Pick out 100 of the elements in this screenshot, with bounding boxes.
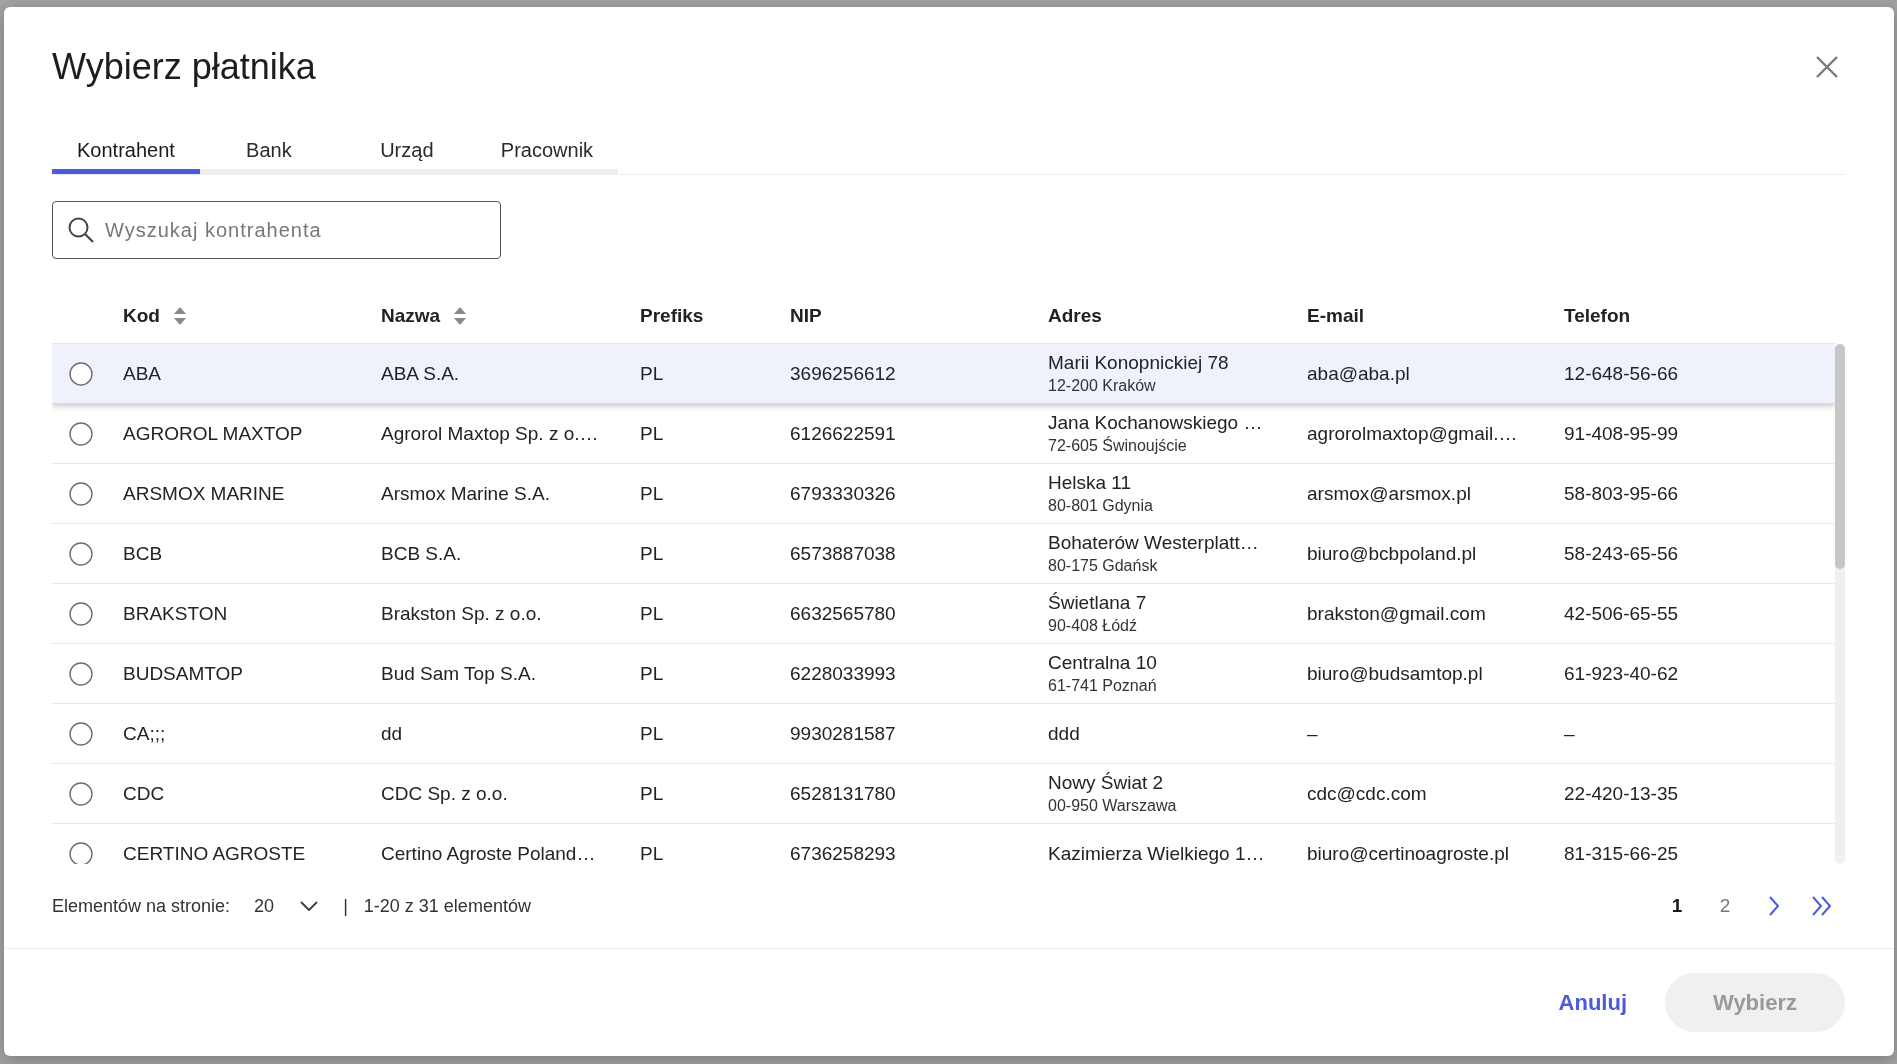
scrollbar[interactable] [1835, 344, 1845, 864]
table-row[interactable]: ABA ABA S.A. PL 3696256612 Marii Konopnickiej 78 12-200 Kraków aba@aba.pl 12-648-56-66 [52, 344, 1835, 404]
radio-button[interactable] [69, 841, 93, 864]
table-cell-text: CDC [123, 782, 166, 805]
table-cell-text: ARSMOX MARINE [123, 482, 286, 505]
table-cell-text: 9930281587 [790, 722, 897, 745]
table-cell-text: CERTINO AGROSTE [123, 842, 307, 864]
address-cell-text: ddd [1048, 721, 1081, 746]
table-cell-text: Agrorol Maxtop Sp. z o.… [381, 422, 600, 445]
table-cell-text: BRAKSTON [123, 602, 229, 625]
table-cell-text: 58-243-65-56 [1564, 542, 1680, 565]
address-cell-text: Bohaterów Westerplatt… 80-175 Gdańsk [1048, 530, 1260, 576]
page-size-dropdown[interactable]: 20 [254, 895, 319, 917]
table-cell-text: brakston@gmail.com [1307, 602, 1487, 625]
column-header: Adres [1048, 304, 1102, 327]
radio-button[interactable] [69, 481, 93, 506]
radio-button[interactable] [69, 721, 93, 746]
separator: | [343, 895, 348, 917]
page-size-label: Elementów na stronie: [52, 895, 231, 917]
table-cell-text: CA;;; [123, 722, 167, 745]
address-cell-text: Kazimierza Wielkiego 1… [1048, 841, 1266, 864]
radio-button[interactable] [69, 601, 93, 626]
table-cell-text: dd [381, 722, 404, 745]
address-cell-text: Jana Kochanowskiego … 72-605 Świnoujście [1048, 410, 1264, 456]
dialog-title: Wybierz płatnika [52, 45, 316, 89]
radio-button[interactable] [69, 361, 93, 386]
table-cell-text: PL [640, 662, 665, 685]
table-cell-text: ABA [123, 362, 163, 385]
table-cell-text: 6793330326 [790, 482, 897, 505]
table-cell-text: – [1564, 722, 1576, 745]
double-chevron-right-icon[interactable] [1811, 896, 1833, 916]
sort-icon[interactable] [454, 306, 467, 325]
search-field[interactable]: Wyszukaj kontrahenta [52, 201, 501, 259]
table-cell-text: biuro@budsamtop.pl [1307, 662, 1484, 685]
radio-button[interactable] [69, 421, 93, 446]
table-cell-text: PL [640, 722, 665, 745]
table-cell-text: – [1307, 722, 1319, 745]
table-cell-text: PL [640, 362, 665, 385]
tab[interactable]: Urząd [337, 128, 476, 174]
table-cell-text: PL [640, 542, 665, 565]
table-cell-text: 91-408-95-99 [1564, 422, 1680, 445]
table-cell-text: BUDSAMTOP [123, 662, 244, 685]
table-cell-text: cdc@cdc.com [1307, 782, 1428, 805]
table-cell-text: AGROROL MAXTOP [123, 422, 304, 445]
search-icon [68, 217, 94, 243]
column-header: Prefiks [640, 304, 704, 327]
table-cell-text: 6573887038 [790, 542, 897, 565]
address-cell-text: Centralna 10 61-741 Poznań [1048, 650, 1158, 696]
table-cell-text: Bud Sam Top S.A. [381, 662, 537, 685]
chevron-down-icon [300, 901, 319, 911]
table-cell-text: biuro@certinoagroste.pl [1307, 842, 1510, 864]
table-cell-text: 6528131780 [790, 782, 897, 805]
table-cell-text: 22-420-13-35 [1564, 782, 1680, 805]
table-cell-text: 6126622591 [790, 422, 897, 445]
table-cell-text: BCB S.A. [381, 542, 463, 565]
column-header: E-mail [1307, 304, 1365, 327]
table-cell-text: BCB [123, 542, 164, 565]
column-header: NIP [790, 304, 822, 327]
address-cell-text: Helska 11 80-801 Gdynia [1048, 470, 1154, 516]
sort-icon[interactable] [173, 306, 186, 325]
column-header: Telefon [1564, 304, 1631, 327]
radio-button[interactable] [69, 541, 93, 566]
tab[interactable]: Bank [199, 128, 338, 174]
address-cell-text: Marii Konopnickiej 78 12-200 Kraków [1048, 350, 1230, 396]
cancel-button[interactable]: Anuluj [1548, 981, 1637, 1024]
table-cell-text: Certino Agroste Poland… [381, 842, 597, 864]
page-button[interactable]: 1 [1657, 886, 1697, 926]
scrollbar-thumb[interactable] [1835, 344, 1845, 569]
table-cell-text: PL [640, 842, 665, 864]
table-cell-text: 6228033993 [790, 662, 897, 685]
table-cell-text: 12-648-56-66 [1564, 362, 1680, 385]
radio-button[interactable] [69, 781, 93, 806]
tab[interactable]: Pracownik [475, 128, 619, 174]
table-cell-text: 3696256612 [790, 362, 897, 385]
table-cell-text: 81-315-66-25 [1564, 842, 1680, 864]
table-cell-text: arsmox@arsmox.pl [1307, 482, 1472, 505]
table-cell-text: PL [640, 482, 665, 505]
page-button[interactable]: 2 [1705, 886, 1745, 926]
table-cell-text: Brakston Sp. z o.o. [381, 602, 543, 625]
column-header: Kod [123, 304, 160, 327]
address-cell-text: Nowy Świat 2 00-950 Warszawa [1048, 770, 1178, 816]
tab[interactable]: Kontrahent [52, 128, 200, 174]
range-text: 1-20 z 31 elementów [363, 895, 531, 917]
table-cell-text: Arsmox Marine S.A. [381, 482, 551, 505]
table-cell-text: PL [640, 782, 665, 805]
radio-button[interactable] [69, 661, 93, 686]
table-cell-text: 61-923-40-62 [1564, 662, 1680, 685]
table-cell-text: ABA S.A. [381, 362, 461, 385]
table-cell-text: biuro@bcbpoland.pl [1307, 542, 1478, 565]
table-cell-text: PL [640, 602, 665, 625]
table-cell-text: aba@aba.pl [1307, 362, 1411, 385]
chevron-right-icon[interactable] [1768, 896, 1780, 916]
table-cell-text: 6736258293 [790, 842, 897, 864]
table-cell-text: CDC Sp. z o.o. [381, 782, 509, 805]
table-cell-text: 42-506-65-55 [1564, 602, 1680, 625]
table-cell-text: 6632565780 [790, 602, 897, 625]
table-cell-text: PL [640, 422, 665, 445]
table-cell-text: 58-803-95-66 [1564, 482, 1680, 505]
table-cell-text: agrorolmaxtop@gmail.… [1307, 422, 1519, 445]
close-icon[interactable] [1815, 55, 1839, 79]
